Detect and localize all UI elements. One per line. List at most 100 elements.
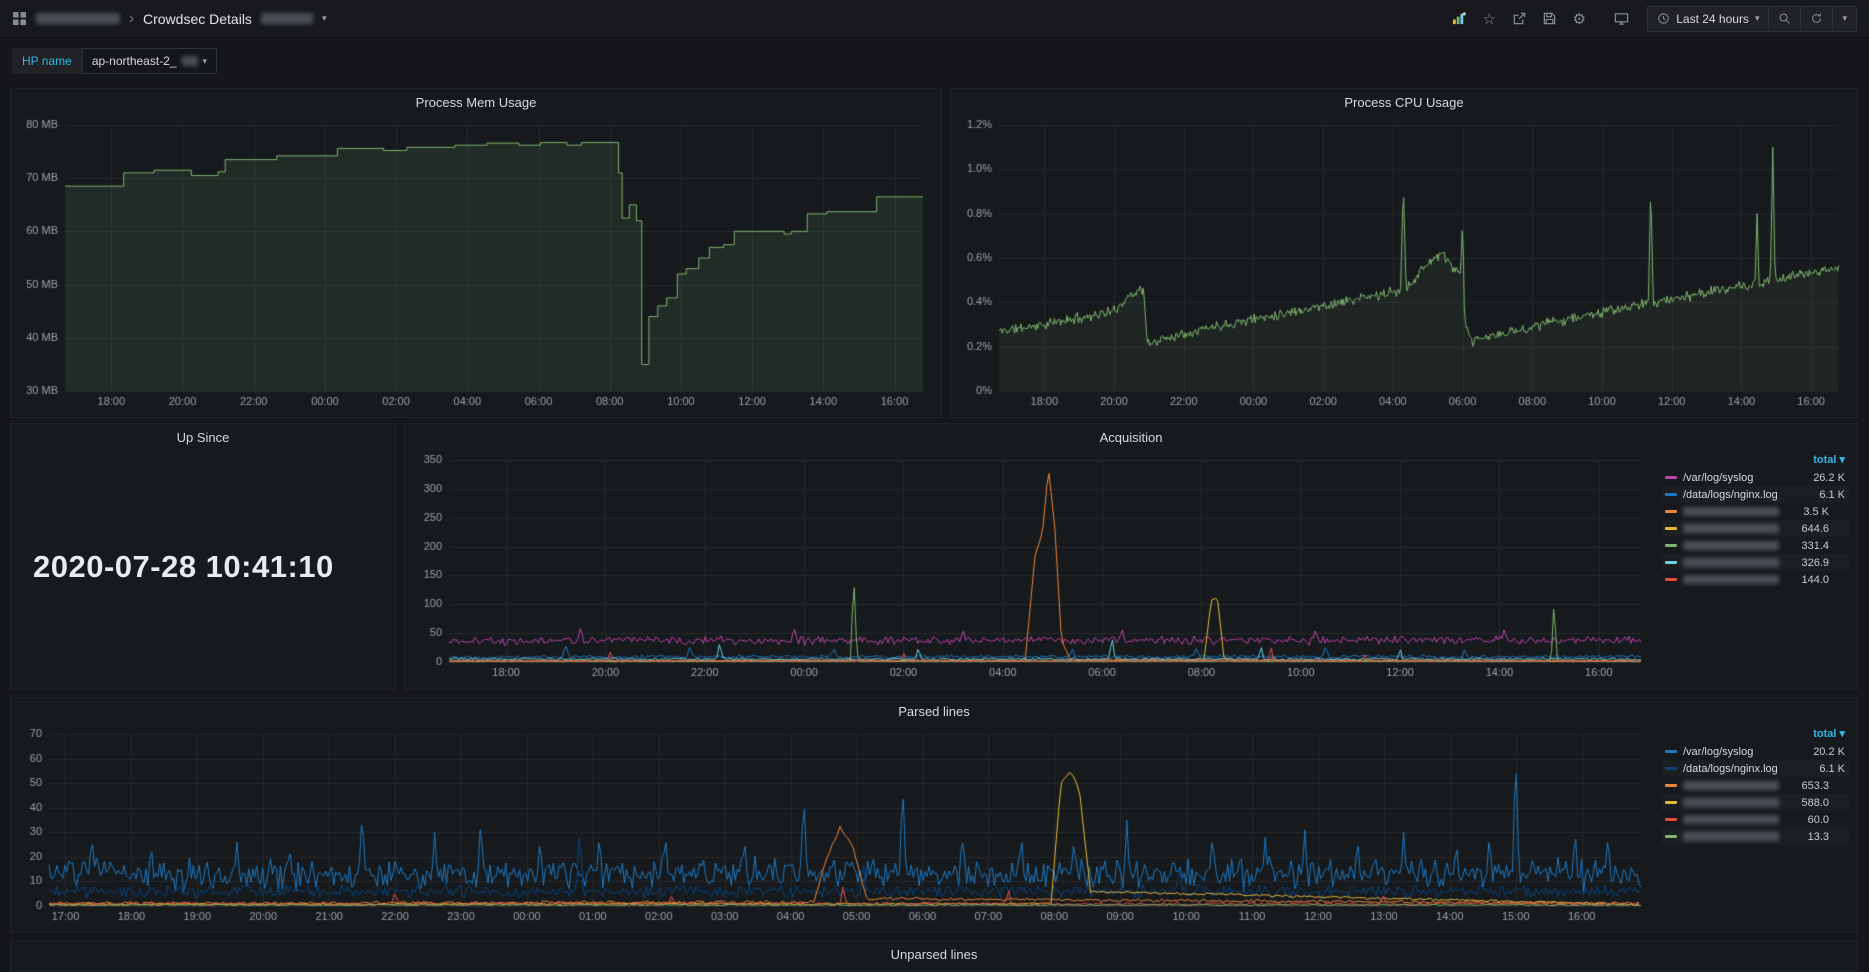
series-color-swatch <box>1665 818 1677 821</box>
redacted-series-label <box>1683 575 1779 584</box>
series-color-swatch <box>1665 544 1677 547</box>
time-range-caret-icon: ▾ <box>1755 14 1760 23</box>
series-total-value: 3.5 K <box>1785 506 1829 518</box>
legend-row[interactable]: 644.6 <box>1661 520 1849 537</box>
panel-up-since: Up Since 2020-07-28 10:41:10 <box>10 423 396 690</box>
redacted-variable-suffix <box>182 56 198 66</box>
series-label: /data/logs/nginx.log <box>1683 763 1795 775</box>
redacted-series-label <box>1683 507 1779 516</box>
redacted-series-label <box>1683 524 1779 533</box>
redacted-series-label <box>1683 781 1779 790</box>
time-controls-group: Last 24 hours ▾ ▾ <box>1647 6 1857 32</box>
dashboard-settings-button[interactable]: ⚙ <box>1565 6 1593 32</box>
legend-row[interactable]: /var/log/syslog 20.2 K <box>1661 743 1849 760</box>
variable-caret-icon: ▾ <box>203 57 208 66</box>
legend-row[interactable]: 326.9 <box>1661 554 1849 571</box>
series-total-value: 144.0 <box>1785 574 1829 586</box>
panel-title[interactable]: Parsed lines <box>11 698 1857 724</box>
series-total-value: 653.3 <box>1785 780 1829 792</box>
magnifier-icon <box>1778 12 1791 25</box>
series-total-value: 13.3 <box>1785 831 1829 843</box>
gear-icon: ⚙ <box>1572 10 1585 28</box>
acquisition-chart[interactable] <box>413 450 1653 682</box>
time-range-label: Last 24 hours <box>1676 12 1749 26</box>
parsed-lines-chart[interactable] <box>19 724 1653 926</box>
clock-icon <box>1657 12 1670 25</box>
series-total-value: 6.1 K <box>1801 763 1845 775</box>
acquisition-legend: total ▾ /var/log/syslog26.2 K/data/logs/n… <box>1661 450 1849 682</box>
series-total-value: 20.2 K <box>1801 746 1845 758</box>
refresh-icon <box>1810 12 1823 25</box>
refresh-button[interactable] <box>1800 7 1832 31</box>
template-variables-row: HP name ap-northeast-2_ ▾ <box>12 48 217 74</box>
series-total-value: 331.4 <box>1785 540 1829 552</box>
series-color-swatch <box>1665 476 1677 479</box>
panel-title[interactable]: Process CPU Usage <box>951 89 1857 115</box>
variable-value-text: ap-northeast-2_ <box>92 54 177 68</box>
share-button[interactable] <box>1505 6 1533 32</box>
redacted-series-label <box>1683 832 1779 841</box>
series-color-swatch <box>1665 835 1677 838</box>
share-icon <box>1512 11 1527 26</box>
refresh-interval-caret-icon: ▾ <box>1842 14 1847 23</box>
add-panel-button[interactable] <box>1445 6 1473 32</box>
series-total-value: 60.0 <box>1785 814 1829 826</box>
monitor-icon <box>1614 11 1629 26</box>
panel-title[interactable]: Unparsed lines <box>11 941 1857 967</box>
legend-row[interactable]: 13.3 <box>1661 828 1849 845</box>
save-button[interactable] <box>1535 6 1563 32</box>
dashboard-title[interactable]: Crowdsec Details <box>143 11 252 27</box>
panel-title[interactable]: Process Mem Usage <box>11 89 941 115</box>
panel-title[interactable]: Acquisition <box>405 424 1857 450</box>
legend-row[interactable]: /data/logs/nginx.log 6.1 K <box>1661 760 1849 777</box>
series-color-swatch <box>1665 493 1677 496</box>
series-total-value: 644.6 <box>1785 523 1829 535</box>
series-color-swatch <box>1665 578 1677 581</box>
panel-acquisition: Acquisition total ▾ /var/log/syslog26.2 K… <box>404 423 1858 690</box>
panel-parsed-lines: Parsed lines total ▾ /var/log/syslog 20.2 … <box>10 697 1858 933</box>
redacted-series-label <box>1683 541 1779 550</box>
panel-unparsed-lines: Unparsed lines <box>10 940 1858 972</box>
top-navbar: › Crowdsec Details ▾ ☆ ⚙ Last 24 hours ▾ <box>0 0 1869 38</box>
panel-process-cpu-usage: Process CPU Usage <box>950 88 1858 418</box>
series-total-value: 326.9 <box>1785 557 1829 569</box>
variable-value-dropdown[interactable]: ap-northeast-2_ ▾ <box>82 48 217 74</box>
legend-row[interactable]: 331.4 <box>1661 537 1849 554</box>
variable-label: HP name <box>12 48 82 74</box>
dashboard-title-caret-icon[interactable]: ▾ <box>322 14 327 23</box>
series-color-swatch <box>1665 801 1677 804</box>
mem-usage-chart[interactable] <box>19 115 935 411</box>
legend-row[interactable]: 588.0 <box>1661 794 1849 811</box>
series-total-value: 26.2 K <box>1801 472 1845 484</box>
cpu-usage-chart[interactable] <box>959 115 1851 411</box>
star-icon: ☆ <box>1482 10 1495 28</box>
legend-row[interactable]: 60.0 <box>1661 811 1849 828</box>
save-icon <box>1542 11 1557 26</box>
series-color-swatch <box>1665 510 1677 513</box>
redacted-series-label <box>1683 815 1779 824</box>
legend-row[interactable]: 144.0 <box>1661 571 1849 588</box>
panel-title[interactable]: Up Since <box>11 424 395 450</box>
legend-sort-header[interactable]: total ▾ <box>1813 727 1845 740</box>
zoom-out-button[interactable] <box>1768 7 1800 31</box>
redacted-series-label <box>1683 798 1779 807</box>
time-range-picker-button[interactable]: Last 24 hours ▾ <box>1648 7 1768 31</box>
series-color-swatch <box>1665 784 1677 787</box>
legend-sort-header[interactable]: total ▾ <box>1813 453 1845 466</box>
cycle-view-mode-button[interactable] <box>1607 6 1635 32</box>
legend-row[interactable]: /data/logs/nginx.log6.1 K <box>1661 486 1849 503</box>
series-color-swatch <box>1665 750 1677 753</box>
series-label: /var/log/syslog <box>1683 746 1795 758</box>
star-button[interactable]: ☆ <box>1475 6 1503 32</box>
dashboards-grid-icon[interactable] <box>12 11 27 26</box>
series-label: /data/logs/nginx.log <box>1683 489 1795 501</box>
parsed-lines-legend: total ▾ /var/log/syslog 20.2 K/data/logs/n… <box>1661 724 1849 926</box>
redacted-title-suffix <box>261 13 313 24</box>
panel-process-mem-usage: Process Mem Usage <box>10 88 942 418</box>
refresh-interval-dropdown[interactable]: ▾ <box>1832 7 1856 31</box>
legend-row[interactable]: /var/log/syslog26.2 K <box>1661 469 1849 486</box>
up-since-value: 2020-07-28 10:41:10 <box>33 549 334 585</box>
legend-row[interactable]: 3.5 K <box>1661 503 1849 520</box>
redacted-breadcrumb[interactable] <box>36 13 120 24</box>
legend-row[interactable]: 653.3 <box>1661 777 1849 794</box>
